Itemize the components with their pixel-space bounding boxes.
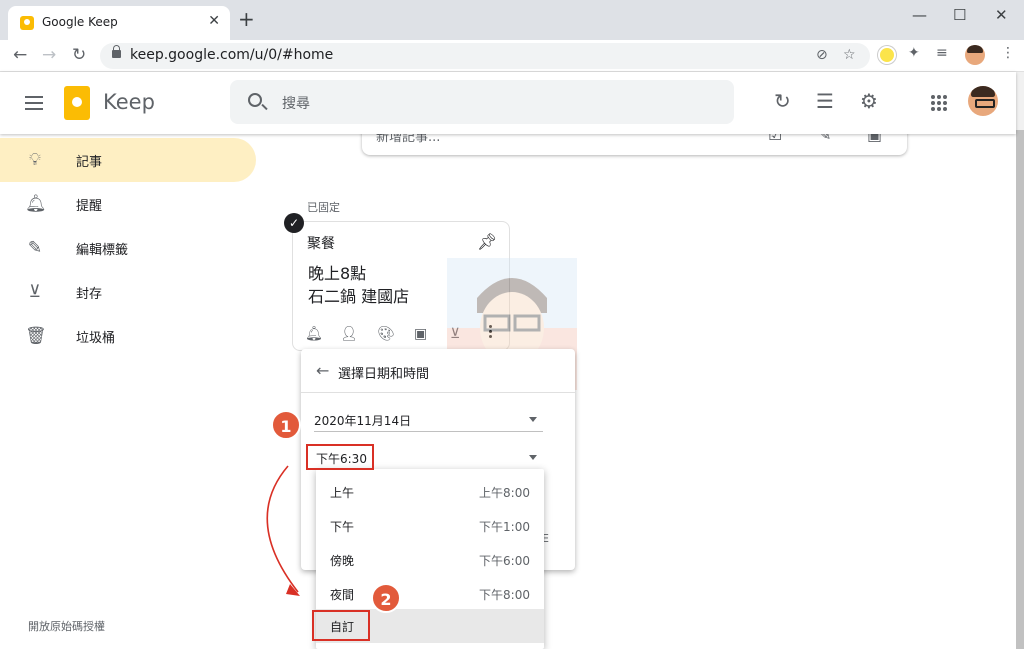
refresh-icon[interactable]: ↻ [774, 91, 791, 111]
bookmark-star-icon[interactable]: ☆ [843, 47, 856, 63]
highlight-time-field [306, 444, 374, 470]
extension-icon[interactable] [878, 46, 896, 64]
forward-icon[interactable]: → [42, 45, 56, 65]
highlight-custom-option [312, 610, 370, 641]
select-note-check-icon[interactable]: ✓ [284, 213, 304, 233]
keep-header: Keep 搜尋 ↻ ☰ ⚙ [0, 72, 1016, 134]
extensions-puzzle-icon[interactable]: ✦ [908, 45, 920, 61]
time-option-afternoon[interactable]: 下午 下午1:00 [316, 509, 544, 543]
lock-icon [112, 45, 121, 58]
picker-title: 選擇日期和時間 [338, 367, 430, 382]
google-apps-icon[interactable] [931, 95, 947, 111]
reload-icon[interactable]: ↻ [72, 45, 86, 65]
maximize-button[interactable]: ☐ [953, 6, 966, 24]
archive-icon: ⊻ [28, 282, 42, 302]
chevron-down-icon [529, 417, 537, 422]
time-option-value: 上午8:00 [479, 486, 530, 500]
time-option-value: 下午8:00 [479, 588, 530, 602]
browser-tab-strip: Google Keep ✕ + — ☐ ✕ [0, 0, 1024, 40]
time-option-evening[interactable]: 傍晚 下午6:00 [316, 543, 544, 577]
time-option-morning[interactable]: 上午 上午8:00 [316, 475, 544, 509]
sidebar-item-label: 編輯標籤 [76, 243, 129, 258]
address-bar[interactable]: keep.google.com/u/0/#home ⊘ ☆ [100, 43, 870, 69]
chevron-down-icon [529, 455, 537, 460]
tab-title: Google Keep [42, 15, 118, 29]
media-queue-icon[interactable]: ≡ [936, 45, 948, 61]
time-option-value: 下午6:00 [479, 554, 530, 568]
time-option-value: 下午1:00 [479, 520, 530, 534]
sidebar-item-label: 垃圾桶 [76, 331, 116, 346]
collaborator-icon[interactable]: 👤︎ [340, 326, 358, 342]
sidebar-item-reminders[interactable]: 🔔︎ 提醒 [0, 182, 256, 226]
new-tab-button[interactable]: + [238, 9, 255, 29]
close-window-button[interactable]: ✕ [995, 6, 1008, 24]
minimize-button[interactable]: — [912, 6, 927, 24]
note-title: 聚餐 [307, 236, 335, 252]
time-option-label: 夜間 [330, 588, 355, 602]
sidebar-item-label: 提醒 [76, 199, 103, 214]
search-icon[interactable] [248, 93, 262, 107]
sidebar-item-trash[interactable]: 🗑︎ 垃圾桶 [0, 314, 256, 358]
page-scrollbar-thumb[interactable] [1016, 130, 1024, 649]
open-source-licenses-link[interactable]: 開放原始碼授權 [28, 618, 105, 634]
account-avatar[interactable] [968, 86, 998, 116]
settings-gear-icon[interactable]: ⚙ [860, 91, 878, 111]
sidebar-item-notes[interactable]: 💡︎ 記事 [0, 138, 256, 182]
back-arrow-icon[interactable]: ← [316, 361, 329, 380]
sidebar-item-label: 記事 [76, 155, 103, 170]
sidebar-item-label: 封存 [76, 287, 103, 302]
add-image-icon[interactable]: ▣ [414, 326, 427, 342]
app-title: Keep [103, 90, 155, 114]
time-option-night[interactable]: 夜間 下午8:00 [316, 577, 544, 611]
date-value: 2020年11月14日 [314, 414, 412, 428]
time-option-label: 傍晚 [330, 554, 355, 568]
more-options-icon[interactable] [489, 325, 493, 341]
lightbulb-icon: 💡︎ [29, 150, 41, 170]
list-view-icon[interactable]: ☰ [816, 91, 834, 111]
browser-toolbar: ← → ↻ keep.google.com/u/0/#home ⊘ ☆ ✦ ≡ … [0, 40, 1024, 72]
reminder-bell-icon[interactable]: 🔔︎ [305, 326, 323, 342]
sidebar-item-edit-labels[interactable]: ✎ 編輯標籤 [0, 226, 256, 270]
annotation-arrow [266, 465, 300, 596]
url-text: keep.google.com/u/0/#home [130, 47, 334, 63]
time-option-label: 上午 [330, 486, 355, 500]
pencil-icon: ✎ [27, 238, 43, 258]
palette-icon[interactable]: 🎨︎ [377, 326, 395, 342]
blocked-popup-icon[interactable]: ⊘ [816, 47, 828, 63]
back-icon[interactable]: ← [13, 45, 27, 65]
pinned-section-label: 已固定 [307, 201, 340, 214]
sidebar-item-archive[interactable]: ⊻ 封存 [0, 270, 256, 314]
tab-close-icon[interactable]: ✕ [208, 13, 220, 29]
step-1-badge: 1 [271, 410, 301, 440]
keep-logo-icon [64, 86, 90, 120]
picker-divider [301, 392, 575, 393]
browser-profile-avatar[interactable] [965, 45, 985, 65]
bell-icon: 🔔︎ [25, 194, 47, 214]
trash-icon: 🗑︎ [25, 326, 47, 346]
step-2-badge: 2 [371, 583, 401, 613]
browser-menu-icon[interactable]: ⋮ [1001, 45, 1015, 61]
time-option-label: 下午 [330, 520, 355, 534]
archive-note-icon[interactable]: ⊻ [450, 326, 460, 342]
note-body-line: 石二鍋 建國店 [308, 287, 410, 306]
main-menu-icon[interactable] [25, 96, 43, 110]
date-select[interactable]: 2020年11月14日 [314, 410, 543, 432]
search-placeholder: 搜尋 [282, 96, 310, 112]
browser-tab[interactable]: Google Keep ✕ [8, 6, 230, 40]
keep-favicon-icon [20, 16, 34, 30]
pin-icon[interactable]: 📌︎ [477, 232, 497, 251]
search-input[interactable]: 搜尋 [230, 80, 734, 124]
note-body-line: 晚上8點 [308, 264, 367, 283]
